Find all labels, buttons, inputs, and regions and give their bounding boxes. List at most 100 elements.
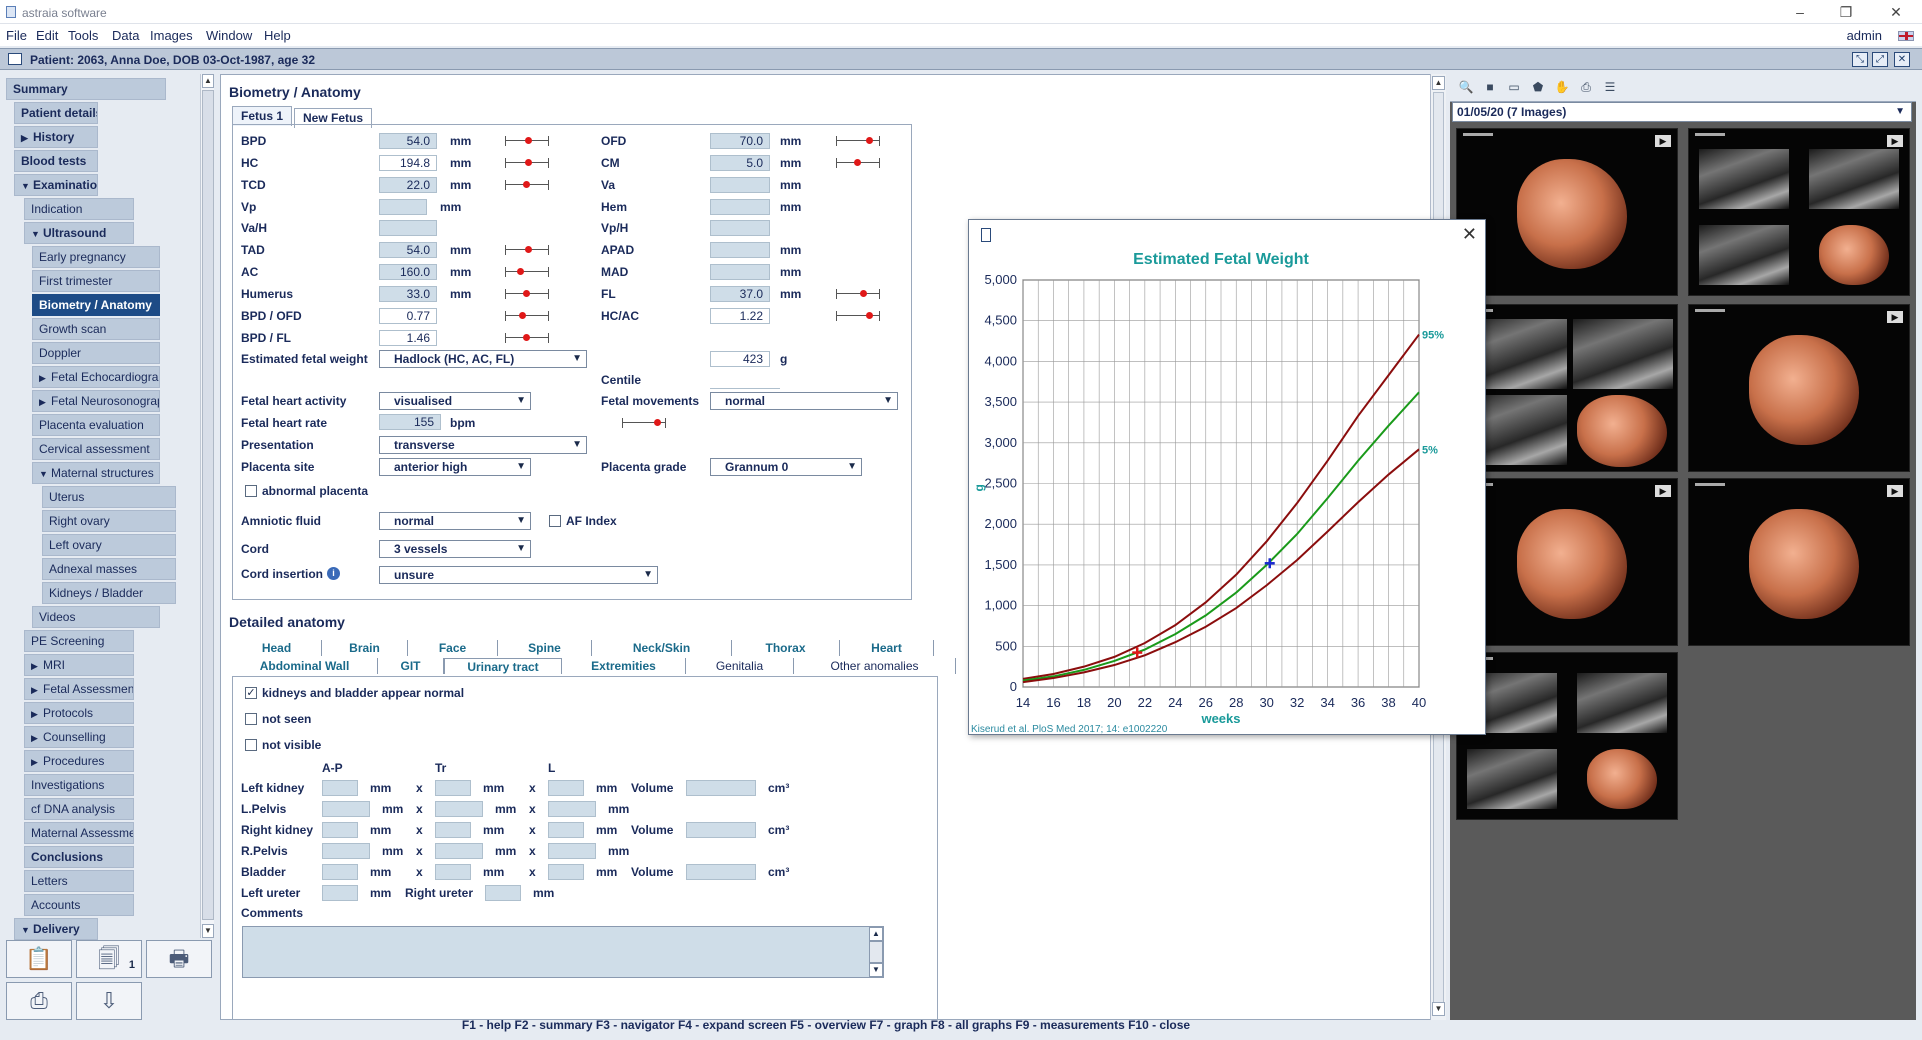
nav-item-summary[interactable]: Summary <box>6 78 166 100</box>
field-right-kidney-2[interactable] <box>548 822 584 838</box>
caret-down-icon[interactable]: ▼ <box>31 224 43 243</box>
ultrasound-thumbnail[interactable]: ▶ <box>1688 304 1910 472</box>
comments-textarea[interactable]: ▲ ▼ <box>242 926 884 978</box>
caret-down-icon[interactable]: ▼ <box>21 920 33 939</box>
expand-icon[interactable]: ⤢ <box>1872 52 1888 67</box>
cord-insertion-select[interactable]: unsure <box>379 566 658 584</box>
nav-item-biometry-anatomy[interactable]: Biometry / Anatomy <box>32 294 160 316</box>
amniotic-select[interactable]: normal <box>379 512 531 530</box>
nav-item-fetal-assessment[interactable]: ▶ Fetal Assessment <box>24 678 134 700</box>
tab-fetus-1[interactable]: Fetus 1 <box>232 106 293 126</box>
navigator-scrollbar[interactable]: ▲ ▼ <box>200 74 214 938</box>
menu-file[interactable]: File <box>6 28 27 43</box>
presentation-select[interactable]: transverse <box>379 436 587 454</box>
caret-down-icon[interactable]: ▼ <box>39 464 51 483</box>
field-bpd[interactable]: 54.0 <box>379 133 437 149</box>
main-scroll-up-icon[interactable]: ▲ <box>1432 76 1445 90</box>
ultrasound-thumbnail[interactable]: ▶ <box>1688 128 1910 296</box>
check-not-seen[interactable] <box>245 713 257 725</box>
field-cm[interactable]: 5.0 <box>710 155 770 171</box>
centile-value[interactable] <box>710 373 780 389</box>
field-fl[interactable]: 37.0 <box>710 286 770 302</box>
nav-item-growth-scan[interactable]: Growth scan <box>32 318 160 340</box>
export-button[interactable]: ⇩ <box>76 982 142 1020</box>
restore-icon[interactable]: ❐ <box>1826 3 1866 21</box>
tab-abdominal-wall[interactable]: Abdominal Wall <box>232 658 378 674</box>
nav-item-cf-dna-analysis[interactable]: cf DNA analysis <box>24 798 134 820</box>
caret-down-icon[interactable]: ▼ <box>21 176 33 195</box>
nav-item-left-ovary[interactable]: Left ovary <box>42 534 176 556</box>
collapse-icon[interactable]: ⤡ <box>1852 52 1868 67</box>
nav-item-fetal-neurosonography[interactable]: ▶Fetal Neurosonography <box>32 390 160 412</box>
field-r-pelvis-1[interactable] <box>435 843 483 859</box>
ultrasound-thumbnail[interactable]: ▶ <box>1688 478 1910 646</box>
nav-item-adnexal-masses[interactable]: Adnexal masses <box>42 558 176 580</box>
tab-urinary-tract[interactable]: Urinary tract <box>444 658 562 674</box>
zoom-icon[interactable]: 🔍 <box>1458 80 1474 94</box>
hand-icon[interactable]: ✋ <box>1554 80 1570 94</box>
caret-right-icon[interactable]: ▶ <box>21 128 33 147</box>
tab-neck-skin[interactable]: Neck/Skin <box>592 640 732 656</box>
clipboard-button[interactable]: 📋 <box>6 940 72 978</box>
check-kidneys-and-bladder-appear-normal[interactable]: ✓ <box>245 687 257 699</box>
print-preview-button[interactable]: ⎙ <box>6 982 72 1020</box>
scroll-down-icon[interactable]: ▼ <box>202 924 214 938</box>
nav-item-mri[interactable]: ▶ MRI <box>24 654 134 676</box>
right-ureter-field[interactable] <box>485 885 521 901</box>
play-icon[interactable]: ▶ <box>1887 485 1903 497</box>
tab-other-anomalies[interactable]: Other anomalies <box>794 658 956 674</box>
ultrasound-thumbnail[interactable] <box>1456 652 1678 820</box>
field-va[interactable] <box>710 177 770 193</box>
field-humerus[interactable]: 33.0 <box>379 286 437 302</box>
stop-icon[interactable]: ■ <box>1482 80 1498 94</box>
nav-item-accounts[interactable]: Accounts <box>24 894 134 916</box>
nav-item-examination[interactable]: ▼ Examination <box>14 174 98 196</box>
nav-item-letters[interactable]: Letters <box>24 870 134 892</box>
comments-scroll-up-icon[interactable]: ▲ <box>869 927 883 941</box>
uk-flag-icon[interactable] <box>1898 31 1914 41</box>
minimize-icon[interactable]: – <box>1780 3 1820 21</box>
main-scroll-down-icon[interactable]: ▼ <box>1432 1002 1445 1016</box>
scroll-up-icon[interactable]: ▲ <box>202 74 214 88</box>
field-right-kidney-0[interactable] <box>322 822 358 838</box>
menu-edit[interactable]: Edit <box>36 28 58 43</box>
efw-value[interactable]: 423 <box>710 351 770 367</box>
nav-item-investigations[interactable]: Investigations <box>24 774 134 796</box>
nav-item-patient-details[interactable]: Patient details <box>14 102 98 124</box>
print-button[interactable]: 🖶 <box>146 940 212 978</box>
nav-item-maternal-assessment[interactable]: Maternal Assessment <box>24 822 134 844</box>
field-left-kidney-1[interactable] <box>435 780 471 796</box>
menu-tools[interactable]: Tools <box>68 28 98 43</box>
nav-item-fetal-echocardiography[interactable]: ▶Fetal Echocardiography <box>32 366 160 388</box>
nav-item-videos[interactable]: Videos <box>32 606 160 628</box>
caret-right-icon[interactable]: ▶ <box>31 656 43 675</box>
list-icon[interactable]: ☰ <box>1602 80 1618 94</box>
tab-face[interactable]: Face <box>408 640 498 656</box>
field-r-pelvis-0[interactable] <box>322 843 370 859</box>
info-icon[interactable]: i <box>327 567 340 580</box>
nav-item-cervical-assessment[interactable]: Cervical assessment <box>32 438 160 460</box>
nav-item-blood-tests[interactable]: Blood tests <box>14 150 98 172</box>
play-icon[interactable]: ▶ <box>1887 311 1903 323</box>
tab-head[interactable]: Head <box>232 640 322 656</box>
tab-brain[interactable]: Brain <box>322 640 408 656</box>
menu-window[interactable]: Window <box>206 28 252 43</box>
nav-item-conclusions[interactable]: Conclusions <box>24 846 134 868</box>
field-r-pelvis-2[interactable] <box>548 843 596 859</box>
field-ofd[interactable]: 70.0 <box>710 133 770 149</box>
caret-right-icon[interactable]: ▶ <box>31 680 43 699</box>
ultrasound-thumbnail[interactable]: ▶ <box>1456 478 1678 646</box>
field-apad[interactable] <box>710 242 770 258</box>
movements-select[interactable]: normal <box>710 392 898 410</box>
nav-item-counselling[interactable]: ▶ Counselling <box>24 726 134 748</box>
field-left-kidney-2[interactable] <box>548 780 584 796</box>
play-icon[interactable]: ▶ <box>1655 135 1671 147</box>
caret-right-icon[interactable]: ▶ <box>39 368 51 387</box>
scroll-thumb[interactable] <box>202 90 214 920</box>
close-window-icon[interactable]: ✕ <box>1876 3 1916 21</box>
field-left-kidney-0[interactable] <box>322 780 358 796</box>
field-hem[interactable] <box>710 199 770 215</box>
field-l-pelvis-0[interactable] <box>322 801 370 817</box>
nav-item-uterus[interactable]: Uterus <box>42 486 176 508</box>
menu-help[interactable]: Help <box>264 28 291 43</box>
